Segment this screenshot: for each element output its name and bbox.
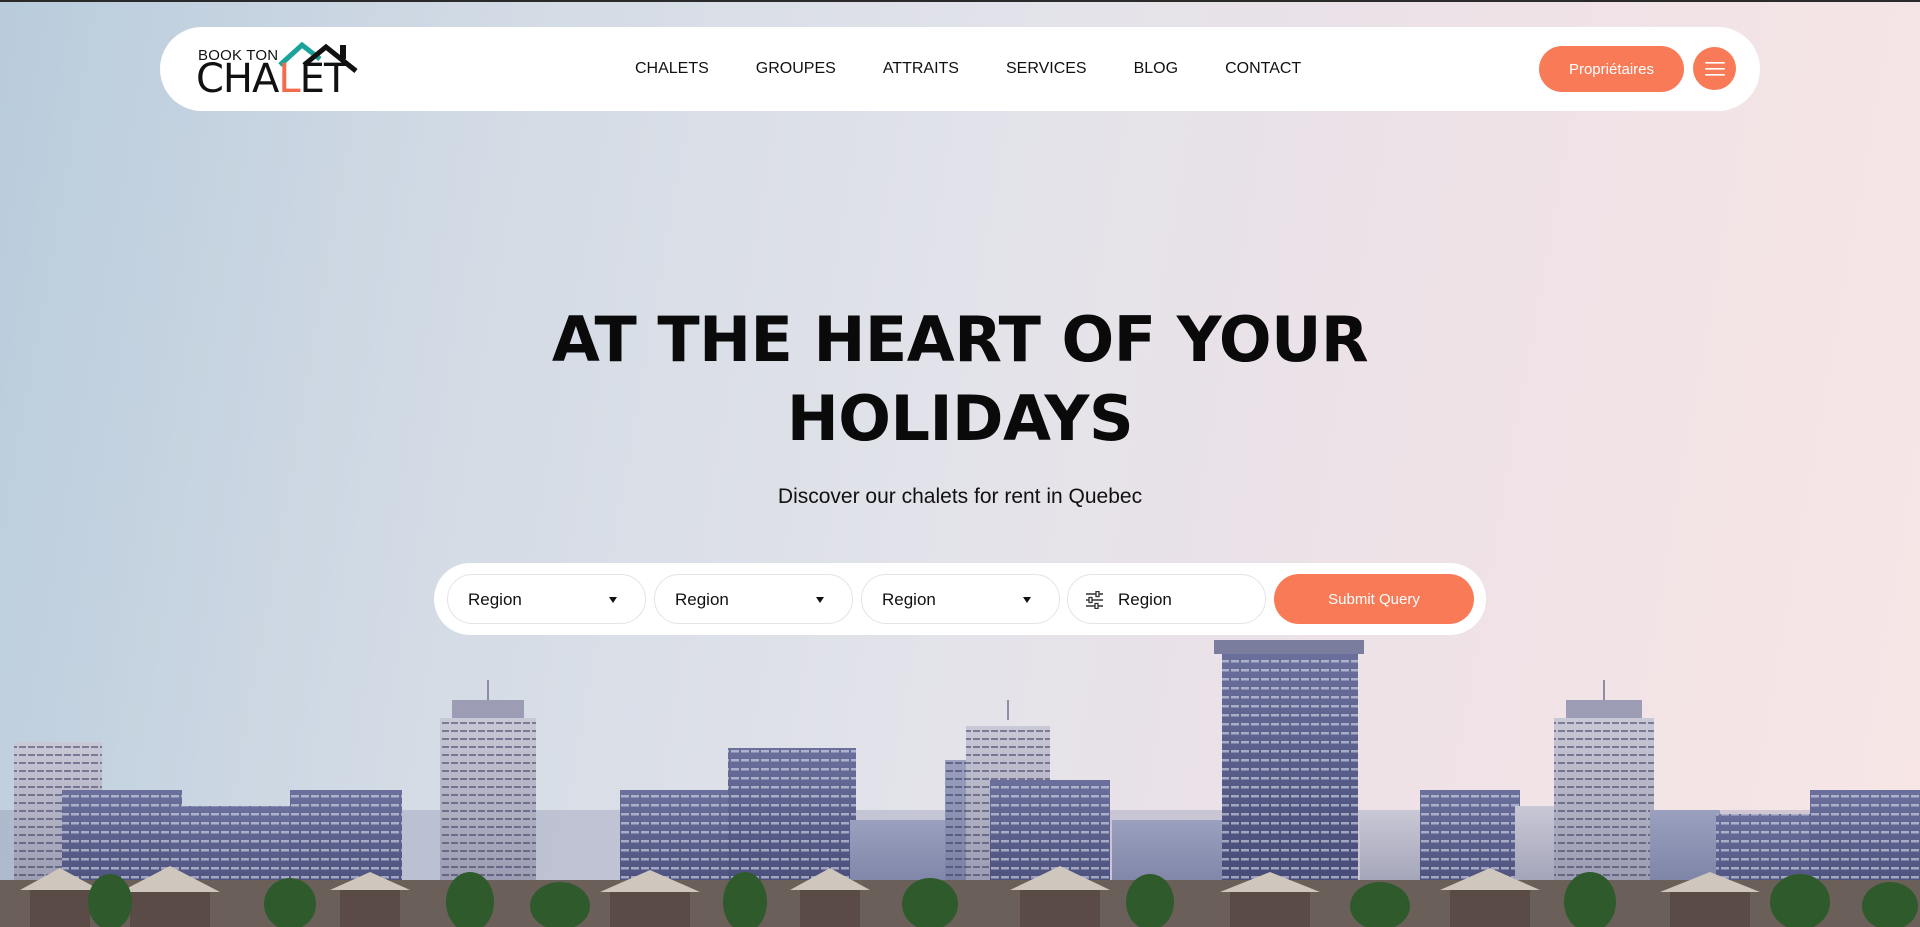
hero-title: AT THE HEART OF YOUR HOLIDAYS [460,300,1460,458]
hero-title-line1: AT THE HEART OF YOUR [551,303,1369,376]
region-select-1[interactable]: Region [447,574,646,624]
hero-subtitle: Discover our chalets for rent in Quebec [777,485,1143,508]
nav-link-contact[interactable]: CONTACT [1225,60,1301,78]
select-value: Region [882,590,936,609]
brand-line2-a: CHA [196,56,279,102]
region-filter-field [1067,574,1266,624]
nav-link-attraits[interactable]: ATTRAITS [883,60,959,78]
brand-logo[interactable]: BOOK TON CHALET [196,37,362,101]
city-skyline-image [0,640,1920,927]
main-nav: CHALETS GROUPES ATTRAITS SERVICES BLOG C… [635,27,1301,111]
menu-button[interactable] [1693,47,1736,90]
select-value: Region [468,590,522,609]
region-select-2[interactable]: Region [654,574,853,624]
caret-down-icon [1023,597,1031,603]
search-form: Region Region Region Submit Query [434,563,1486,635]
navbar: BOOK TON CHALET CHALETS GROUPES ATTRAITS… [160,27,1760,111]
top-border [0,0,1920,2]
hamburger-icon [1704,61,1725,76]
brand-line2-c: ET [299,56,349,102]
nav-link-services[interactable]: SERVICES [1006,60,1087,78]
caret-down-icon [816,597,824,603]
nav-link-groupes[interactable]: GROUPES [756,60,836,78]
caret-down-icon [609,597,617,603]
region-select-3[interactable]: Region [861,574,1060,624]
region-filter-input[interactable] [1118,588,1248,612]
sliders-icon [1086,591,1103,609]
nav-link-blog[interactable]: BLOG [1134,60,1178,78]
brand-line2: CHALET [196,56,349,102]
owners-button[interactable]: Propriétaires [1539,46,1684,92]
nav-link-chalets[interactable]: CHALETS [635,60,709,78]
submit-query-button[interactable]: Submit Query [1274,574,1474,624]
hero-title-line2: HOLIDAYS [786,382,1134,455]
brand-line2-accent: L [278,56,300,102]
select-value: Region [675,590,729,609]
